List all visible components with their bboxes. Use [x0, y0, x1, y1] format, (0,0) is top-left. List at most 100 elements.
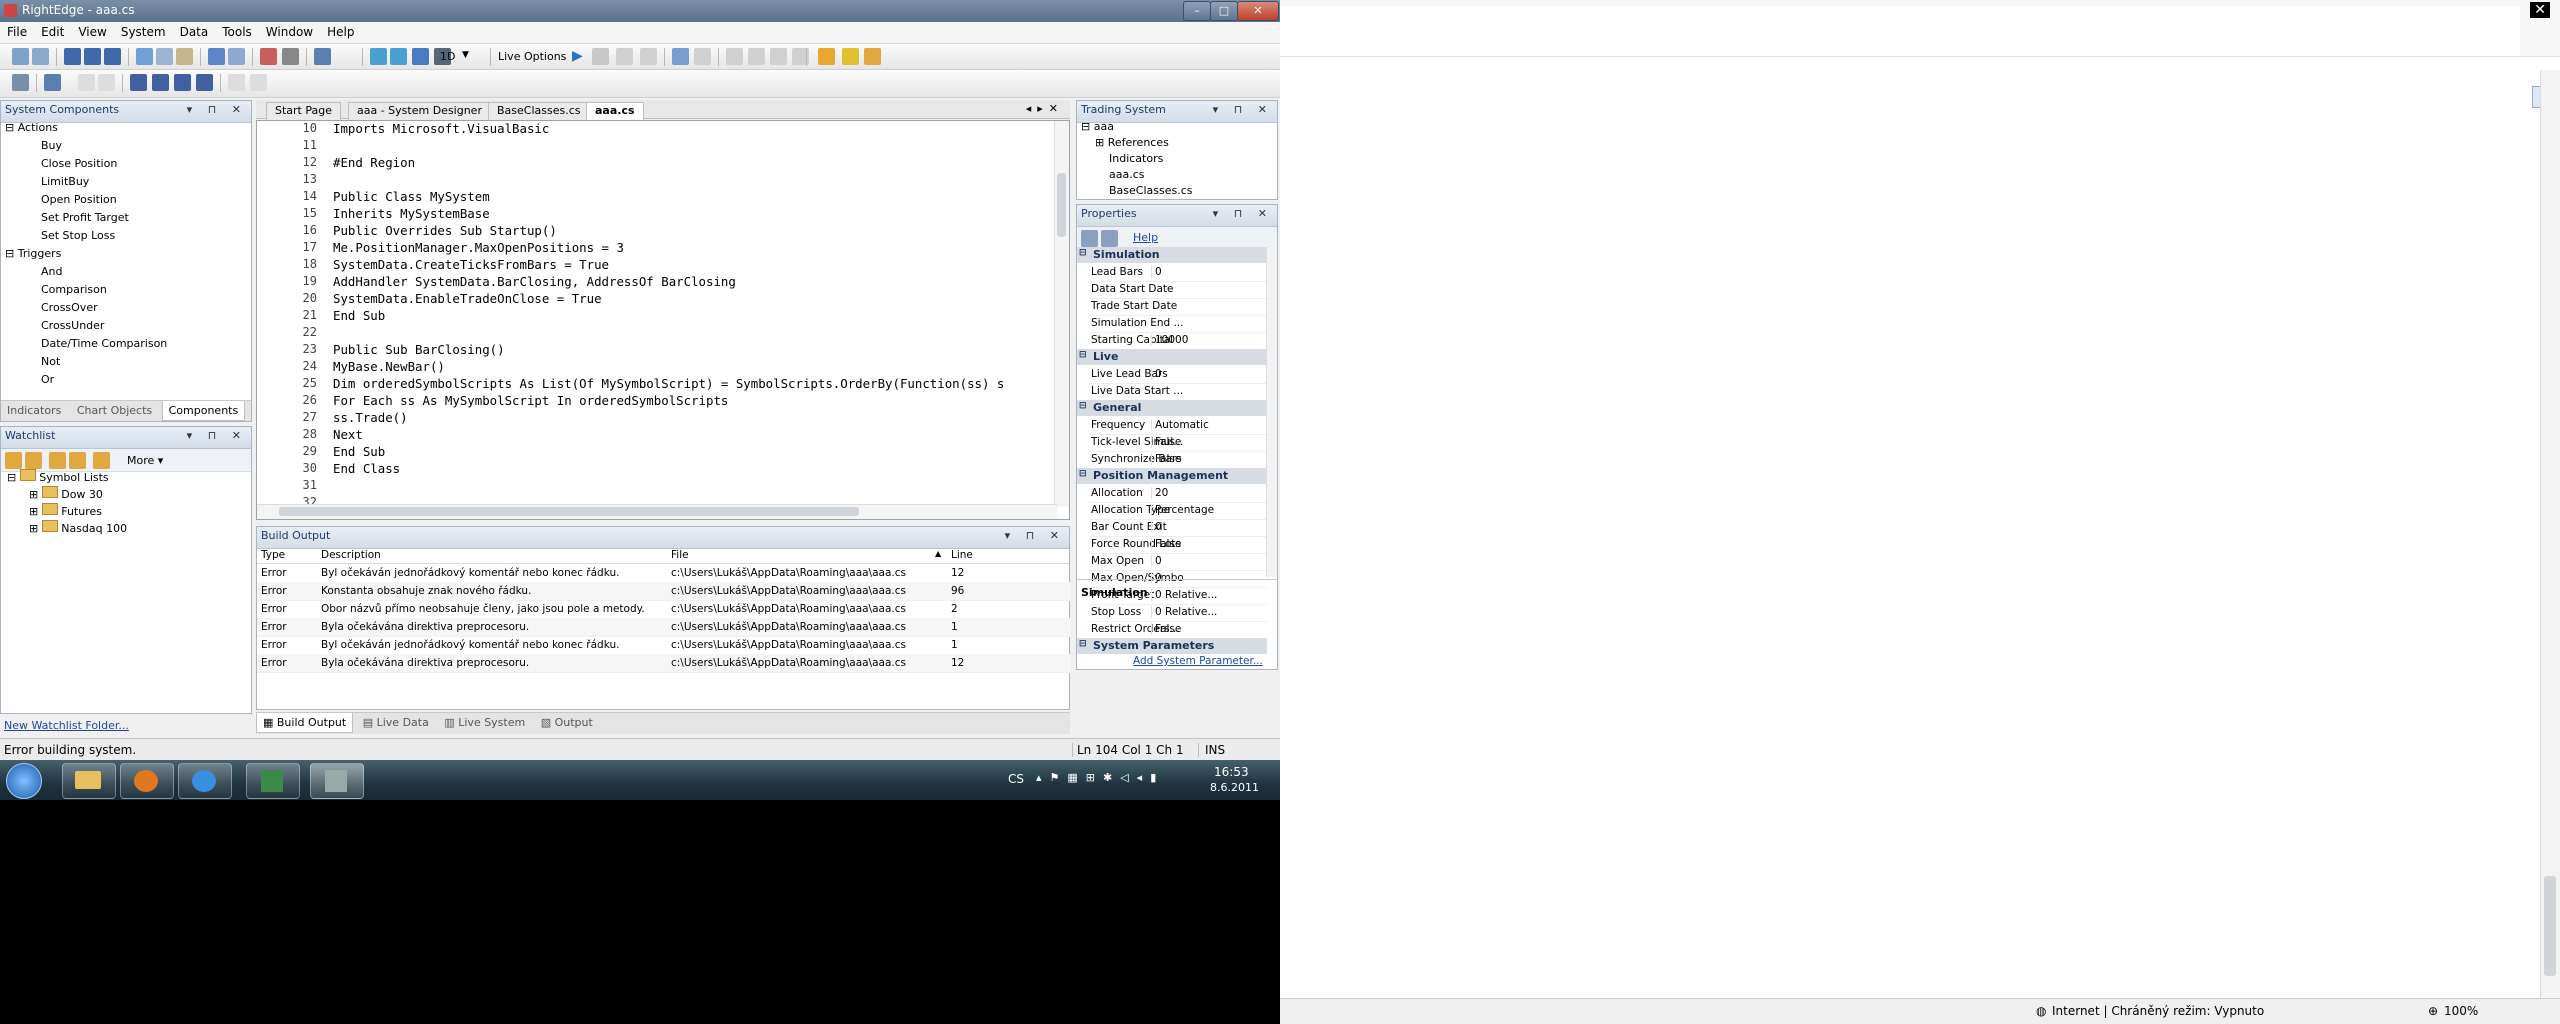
- menu-help[interactable]: Help: [320, 22, 361, 42]
- tree-item[interactable]: And: [5, 263, 167, 281]
- code-line[interactable]: Imports Microsoft.VisualBasic: [333, 121, 549, 136]
- tree-item[interactable]: LimitBuy: [5, 173, 167, 191]
- code-line[interactable]: Next: [333, 427, 363, 442]
- panel-controls-icon[interactable]: ▾ ⊓ ✕: [1213, 207, 1273, 220]
- zoom-in-icon[interactable]: [370, 48, 387, 65]
- panel-controls-icon[interactable]: ▾ ⊓ ✕: [187, 103, 247, 116]
- code-line[interactable]: Dim orderedSymbolScripts As List(Of MySy…: [333, 376, 1004, 391]
- delete-icon[interactable]: [748, 48, 765, 65]
- print-chart-icon[interactable]: [44, 74, 61, 91]
- property-category[interactable]: ⊟ Position Management: [1077, 468, 1267, 484]
- panel-controls-icon[interactable]: ▾ ⊓ ✕: [187, 429, 247, 442]
- walk-forward-icon[interactable]: [694, 48, 711, 65]
- paste-icon[interactable]: [176, 48, 193, 65]
- property-category[interactable]: ⊟ Live: [1077, 349, 1267, 365]
- tray-icons[interactable]: ▴⚑▦⊞✱◁◂▮: [1036, 771, 1164, 784]
- step-icon[interactable]: [616, 48, 633, 65]
- help-link[interactable]: Help: [1133, 231, 1158, 244]
- code-editor[interactable]: 10 11 12 13 14 15 16 17 18 19 20 21 22 23 24 25 26 27 28 29…: [256, 120, 1070, 520]
- property-value[interactable]: 10000: [1151, 334, 1221, 346]
- code-line[interactable]: End Sub: [333, 444, 385, 459]
- redo-icon[interactable]: [228, 48, 245, 65]
- optimize-icon[interactable]: [672, 48, 689, 65]
- property-row[interactable]: Live Data Start ...: [1089, 383, 1267, 401]
- scroll-thumb[interactable]: [1057, 173, 1066, 237]
- more-menu[interactable]: More ▾: [127, 454, 163, 467]
- collapse-icon[interactable]: ⊟: [1079, 469, 1087, 479]
- property-value[interactable]: Automatic: [1151, 419, 1221, 431]
- table-row[interactable]: Error Byl očekáván jednořádkový komentář …: [257, 564, 1071, 583]
- tab-system-designer[interactable]: aaa - System Designer: [348, 102, 491, 122]
- menu-window[interactable]: Window: [259, 22, 320, 42]
- code-line[interactable]: #End Region: [333, 155, 415, 170]
- ie-taskbar-icon[interactable]: [178, 763, 232, 799]
- print-preview-icon[interactable]: [260, 48, 277, 65]
- save-icon[interactable]: [64, 48, 81, 65]
- code-line[interactable]: SystemData.EnableTradeOnClose = True: [333, 291, 602, 306]
- property-value[interactable]: False: [1151, 453, 1221, 465]
- property-row[interactable]: Starting Capital 10000: [1089, 332, 1267, 350]
- scroll-thumb[interactable]: [2544, 876, 2556, 976]
- column-header[interactable]: Type: [261, 549, 285, 561]
- run-icon[interactable]: ▶: [572, 48, 583, 64]
- column-header[interactable]: Description: [321, 549, 381, 561]
- media-player-taskbar-icon[interactable]: [120, 763, 174, 799]
- tab-output[interactable]: ▧ Output: [535, 713, 599, 732]
- tab-live-system[interactable]: ▥ Live System: [438, 713, 531, 732]
- collapse-icon[interactable]: ⊟: [1079, 248, 1087, 258]
- property-row[interactable]: Simulation End ...: [1089, 315, 1267, 333]
- new-watchlist-folder-link[interactable]: New Watchlist Folder...: [4, 719, 129, 732]
- collapse-icon[interactable]: ⊟: [1079, 350, 1087, 360]
- undo-icon[interactable]: [208, 48, 225, 65]
- horizontal-scrollbar[interactable]: [257, 504, 1057, 519]
- uncomment-icon[interactable]: [250, 74, 267, 91]
- save-as-icon[interactable]: [84, 48, 101, 65]
- tree-item[interactable]: Not: [5, 353, 167, 371]
- tree-node-baseclasses[interactable]: BaseClasses.cs: [1081, 183, 1193, 199]
- pause-icon[interactable]: [640, 48, 657, 65]
- categorized-icon[interactable]: [1081, 230, 1098, 247]
- trendline-icon[interactable]: [130, 74, 147, 91]
- tab-live-data[interactable]: ▤ Live Data: [357, 713, 435, 732]
- menu-view[interactable]: View: [71, 22, 113, 42]
- tab-nav-icon[interactable]: ◂▸✕: [1026, 102, 1064, 115]
- split-icon[interactable]: [770, 48, 787, 65]
- indent-icon[interactable]: [78, 74, 95, 91]
- tree-item[interactable]: CrossOver: [5, 299, 167, 317]
- property-value[interactable]: 0: [1151, 266, 1221, 278]
- tree-item[interactable]: Comparison: [5, 281, 167, 299]
- column-header[interactable]: File: [671, 549, 689, 561]
- property-value[interactable]: 20: [1151, 487, 1221, 499]
- spreadsheet-taskbar-icon[interactable]: [246, 763, 300, 799]
- tree-node-indicators[interactable]: Indicators: [1081, 151, 1193, 167]
- lightning-icon[interactable]: [842, 48, 859, 65]
- interval-select[interactable]: 1D: [440, 50, 455, 63]
- rightedge-taskbar-icon[interactable]: [310, 763, 364, 799]
- copy-icon[interactable]: [156, 48, 173, 65]
- menu-data[interactable]: Data: [173, 22, 216, 42]
- start-button[interactable]: [6, 763, 42, 799]
- zoom-out-icon[interactable]: [390, 48, 407, 65]
- arrow-draw-icon[interactable]: [196, 74, 213, 91]
- tree-node-symbol-lists[interactable]: ⊟ Symbol Lists: [7, 469, 127, 486]
- watchlist-folder[interactable]: ⊞ Nasdaq 100: [7, 520, 127, 537]
- code-line[interactable]: For Each ss As MySymbolScript In ordered…: [333, 393, 728, 408]
- clock-date[interactable]: 8.6.2011: [1210, 781, 1259, 794]
- property-row[interactable]: Max Open 0: [1089, 553, 1267, 571]
- code-line[interactable]: SystemData.CreateTicksFromBars = True: [333, 257, 609, 272]
- code-line[interactable]: AddHandler SystemData.BarClosing, Addres…: [333, 274, 736, 289]
- tree-item[interactable]: Close Position: [5, 155, 167, 173]
- menu-file[interactable]: File: [0, 22, 34, 42]
- code-line[interactable]: ss.Trade(): [333, 410, 408, 425]
- language-indicator[interactable]: CS: [1008, 772, 1024, 786]
- tab-chart-objects[interactable]: Chart Objects: [71, 401, 158, 420]
- table-row[interactable]: Error Byl očekáván jednořádkový komentář …: [257, 636, 1071, 655]
- property-value[interactable]: Percentage: [1151, 504, 1221, 516]
- tree-node-aaa[interactable]: ⊟ aaa: [1081, 119, 1193, 135]
- tree-node-triggers[interactable]: ⊟ Triggers: [5, 245, 167, 263]
- maximize-button[interactable]: □: [1210, 1, 1238, 21]
- panel-controls-icon[interactable]: ▾ ⊓ ✕: [1213, 103, 1273, 116]
- save-all-icon[interactable]: [104, 48, 121, 65]
- stop-icon[interactable]: [592, 48, 609, 65]
- settings-icon[interactable]: [12, 74, 29, 91]
